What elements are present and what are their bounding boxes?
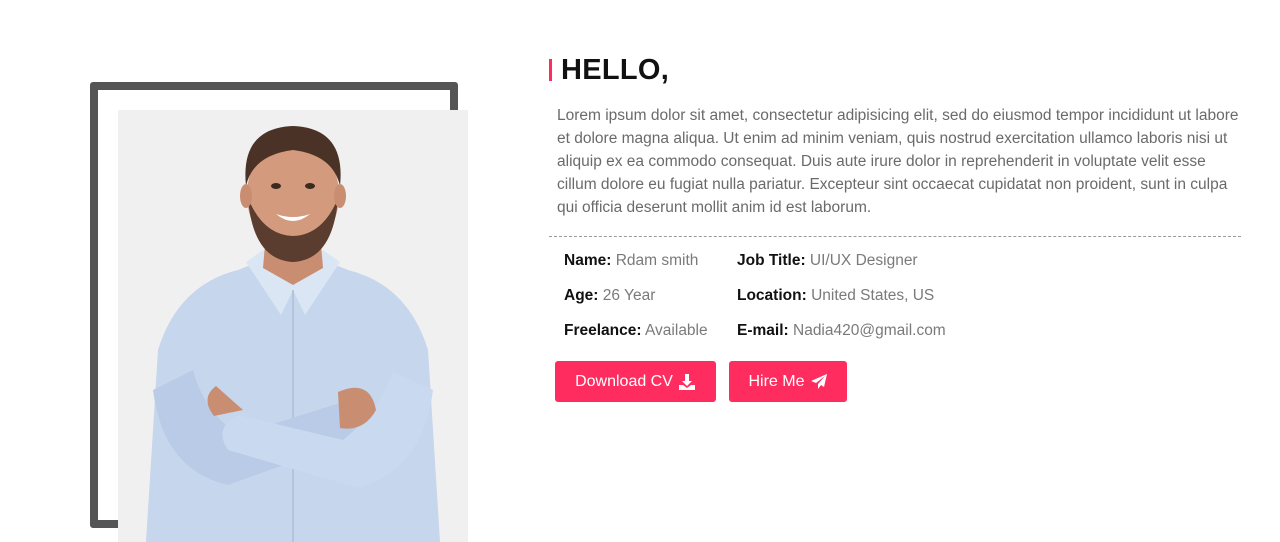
profile-photo <box>118 110 468 542</box>
heading-wrap: HELLO, <box>549 52 1249 88</box>
info-label: E-mail: <box>737 322 789 339</box>
action-buttons: Download CV Hire Me <box>555 361 1249 402</box>
download-icon <box>678 373 696 391</box>
info-label: Name: <box>564 252 612 269</box>
page-title: HELLO, <box>561 53 670 86</box>
download-cv-button[interactable]: Download CV <box>555 361 716 402</box>
about-content: HELLO, Lorem ipsum dolor sit amet, conse… <box>549 52 1249 402</box>
hire-me-button[interactable]: Hire Me <box>729 361 847 402</box>
info-label: Freelance: <box>564 322 642 339</box>
info-age: Age: 26 Year <box>564 286 737 306</box>
info-job-title: Job Title: UI/UX Designer <box>737 251 1057 271</box>
hire-me-label: Hire Me <box>748 372 805 390</box>
info-value: Nadia420@gmail.com <box>793 322 946 339</box>
info-name: Name: Rdam smith <box>564 251 737 271</box>
info-email: E-mail: Nadia420@gmail.com <box>737 321 1057 341</box>
info-label: Location: <box>737 287 807 304</box>
info-value: Available <box>645 322 708 339</box>
about-section: HELLO, Lorem ipsum dolor sit amet, conse… <box>0 0 1280 542</box>
info-value: Rdam smith <box>615 252 699 269</box>
info-label: Job Title: <box>737 252 806 269</box>
heading-accent-bar <box>549 59 552 81</box>
dashed-divider <box>549 236 1241 237</box>
download-cv-label: Download CV <box>575 372 673 390</box>
info-list: Name: Rdam smith Job Title: UI/UX Design… <box>564 251 1249 341</box>
info-location: Location: United States, US <box>737 286 1057 306</box>
bio-paragraph: Lorem ipsum dolor sit amet, consectetur … <box>557 107 1239 216</box>
info-value: United States, US <box>811 287 935 304</box>
info-value: 26 Year <box>602 287 656 304</box>
info-freelance: Freelance: Available <box>564 321 737 341</box>
info-label: Age: <box>564 287 599 304</box>
info-value: UI/UX Designer <box>809 252 918 269</box>
paper-plane-icon <box>810 373 828 391</box>
